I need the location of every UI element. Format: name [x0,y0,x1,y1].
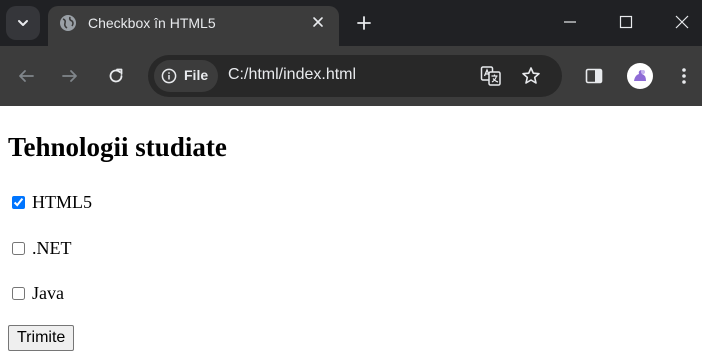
chevron-down-icon [18,20,28,26]
window-close-button[interactable] [667,8,697,36]
maximize-icon [619,15,633,29]
option-label: Java [32,282,64,303]
minimize-icon [564,21,576,23]
option-html5[interactable]: HTML5 [12,192,92,212]
reload-icon [109,68,123,83]
plus-icon [357,16,371,30]
browser-titlebar: Checkbox în HTML5 [0,0,702,46]
page-title: Tehnologii studiate [8,132,227,162]
info-icon [161,68,177,84]
address-bar[interactable]: File C:/html/index.html [148,55,562,97]
browser-menu-button[interactable] [672,64,696,88]
site-chip-label: File [184,67,209,83]
url-text[interactable]: C:/html/index.html [228,66,356,84]
window-maximize-button[interactable] [611,8,641,36]
dotnet-checkbox[interactable] [12,241,25,255]
bookmark-star-button[interactable] [520,65,542,87]
more-vert-icon [682,68,686,84]
profile-avatar-button[interactable] [627,63,653,89]
browser-tab[interactable]: Checkbox în HTML5 [48,6,339,46]
avatar-icon [634,70,646,81]
tab-title: Checkbox în HTML5 [88,15,216,31]
submit-button[interactable]: Trimite [8,325,75,351]
site-info-chip[interactable]: File [154,60,218,92]
translate-icon [480,66,501,86]
arrow-left-icon [19,70,34,82]
back-button[interactable] [14,64,38,88]
side-panel-icon [585,68,603,84]
close-icon [675,15,689,29]
window-minimize-button[interactable] [555,8,585,36]
forward-button[interactable] [58,64,82,88]
globe-icon [60,15,76,31]
tab-search-button[interactable] [6,6,40,40]
browser-toolbar: File C:/html/index.html [0,46,702,106]
translate-button[interactable] [480,65,502,87]
java-checkbox[interactable] [12,286,25,300]
close-icon [313,17,323,27]
option-dotnet[interactable]: .NET [12,238,72,258]
star-icon [522,67,540,84]
new-tab-button[interactable] [352,11,376,35]
option-label: .NET [32,237,72,258]
page-content: Tehnologii studiate HTML5 .NET Java Trim… [0,106,702,364]
arrow-right-icon [62,70,77,82]
option-java[interactable]: Java [12,283,64,303]
tab-close-button[interactable] [308,12,328,32]
side-panel-button[interactable] [582,64,606,88]
reload-button[interactable] [104,64,128,88]
html5-checkbox[interactable] [12,195,25,209]
option-label: HTML5 [32,191,92,212]
